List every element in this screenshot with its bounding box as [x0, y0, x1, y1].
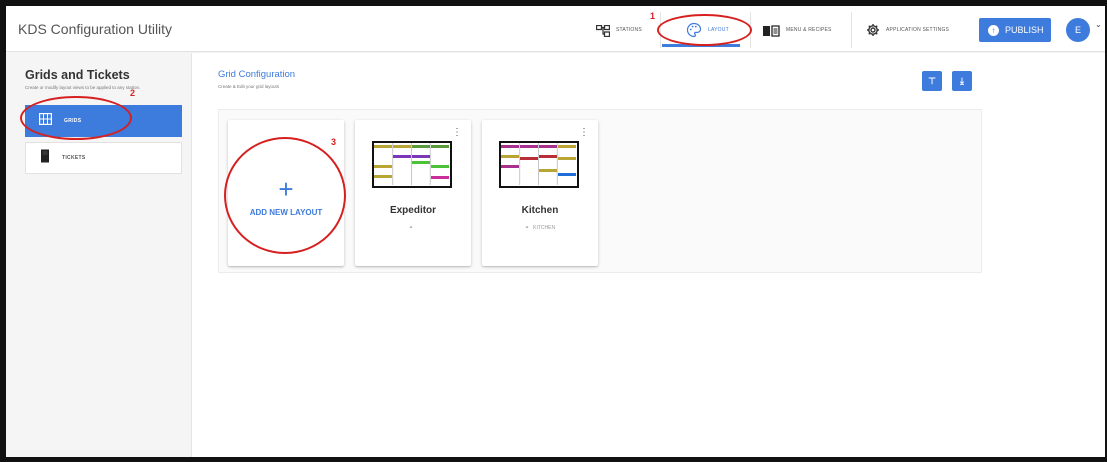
- annotation-circle-layout: [657, 14, 752, 46]
- nav-divider: [851, 12, 852, 48]
- layout-card-name: Kitchen: [521, 205, 559, 216]
- import-button[interactable]: ⊤: [922, 71, 942, 91]
- menu-book-icon: [762, 24, 780, 37]
- download-button[interactable]: ⤓: [952, 71, 972, 91]
- layout-card-station: ⚭: [355, 225, 471, 231]
- link-icon: ⚭: [408, 225, 414, 231]
- annotation-step-1: 1: [650, 11, 656, 21]
- sidebar-title: Grids and Tickets: [25, 68, 130, 82]
- stations-icon: [595, 24, 611, 38]
- layout-card-kitchen[interactable]: ⋮ Kitchen ⚭ KITCHEN: [482, 120, 598, 266]
- more-vert-icon[interactable]: ⋮: [452, 128, 462, 138]
- layout-card-station-label: KITCHEN: [533, 225, 556, 231]
- nav-application-settings[interactable]: APPLICATION SETTINGS: [866, 20, 949, 40]
- import-icon: ⊤: [928, 75, 936, 86]
- chevron-down-icon[interactable]: ⌄: [1095, 20, 1102, 29]
- layout-card-station: ⚭ KITCHEN: [482, 225, 598, 231]
- nav-stations-label: STATIONS: [616, 27, 642, 33]
- layout-thumbnail: [372, 141, 452, 188]
- download-icon: ⤓: [960, 75, 964, 86]
- publish-button-label: PUBLISH: [1005, 25, 1044, 35]
- nav-application-settings-label: APPLICATION SETTINGS: [886, 27, 950, 33]
- user-avatar[interactable]: E: [1066, 18, 1090, 42]
- upload-icon: ↑: [988, 24, 999, 36]
- layout-card-name: Expeditor: [389, 205, 437, 216]
- app-title: KDS Configuration Utility: [18, 21, 173, 37]
- sidebar-item-tickets[interactable]: TICKETS: [25, 142, 182, 174]
- annotation-circle-add-layout: [224, 137, 346, 254]
- sidebar-item-label: TICKETS: [62, 155, 86, 161]
- layout-thumbnail: [499, 141, 579, 188]
- main-content: Grid Configuration Create & Edit your gr…: [193, 53, 1105, 457]
- nav-menu-recipes-label: MENU & RECIPES: [786, 27, 832, 33]
- ticket-icon: [40, 149, 50, 168]
- annotation-circle-grids: [20, 96, 132, 140]
- annotation-step-3: 3: [331, 137, 337, 147]
- publish-button[interactable]: ↑ PUBLISH: [979, 18, 1051, 42]
- page-subtitle: Create & Edit your grid layouts: [218, 84, 280, 89]
- gear-icon: [866, 23, 880, 37]
- top-app-bar: KDS Configuration Utility STATIONS LAYOU…: [6, 6, 1105, 52]
- nav-menu-recipes[interactable]: MENU & RECIPES: [762, 20, 832, 40]
- annotation-step-2: 2: [130, 88, 136, 98]
- layout-card-expeditor[interactable]: ⋮ Expeditor ⚭: [355, 120, 471, 266]
- more-vert-icon[interactable]: ⋮: [579, 128, 589, 138]
- page-title: Grid Configuration: [218, 69, 296, 80]
- sidebar-subtitle: Create or modify layout views to be appl…: [25, 85, 141, 90]
- nav-stations[interactable]: STATIONS: [595, 20, 642, 40]
- link-icon: ⚭: [524, 225, 530, 231]
